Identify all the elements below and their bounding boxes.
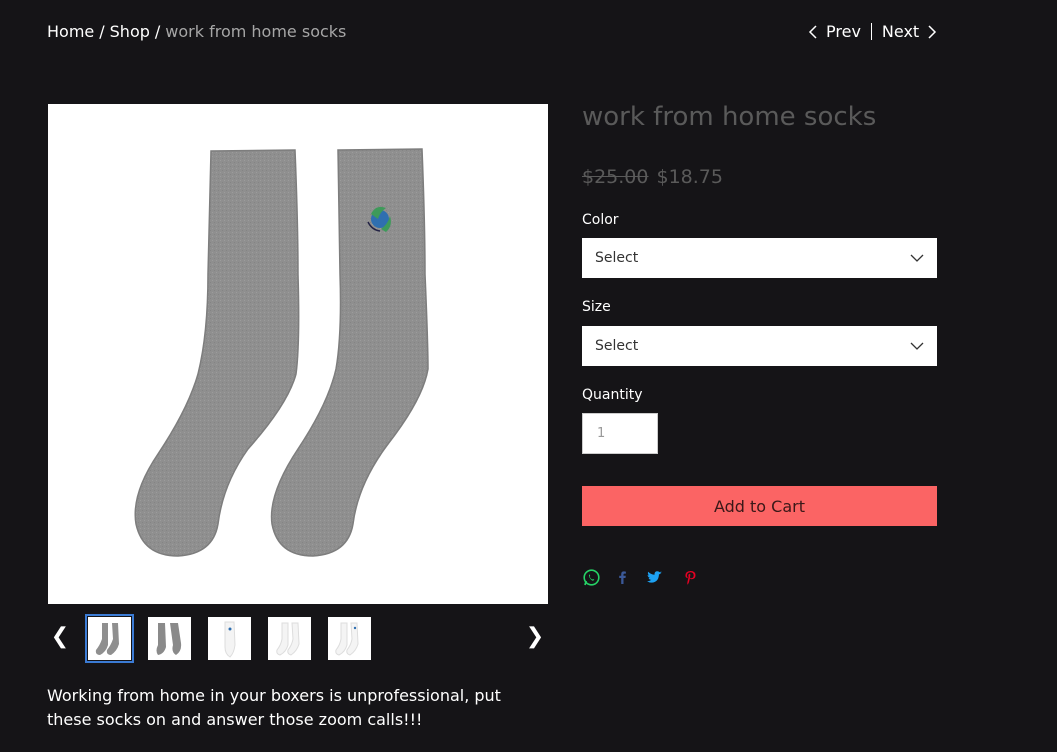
thumb-grey-socks-2[interactable] [148,617,191,660]
product-main-image[interactable] [48,104,548,604]
color-select[interactable]: Select [582,238,937,278]
add-to-cart-label: Add to Cart [713,496,806,516]
thumb-grey-socks-1[interactable] [85,614,134,663]
size-label: Size [582,299,611,315]
twitter-icon[interactable] [645,568,663,586]
quantity-label: Quantity [582,387,643,403]
pinterest-icon[interactable] [681,568,699,586]
add-to-cart-button[interactable]: Add to Cart [582,486,937,526]
breadcrumb-shop-link[interactable]: Shop [110,22,150,41]
socks-image [134,148,429,557]
chevron-left-icon [808,24,817,39]
thumbnail-gallery: ❮ ❯ [47,614,547,663]
prev-label: Prev [826,22,861,41]
size-select[interactable]: Select [582,326,937,366]
thumb-white-socks-3[interactable] [328,617,371,660]
product-description: Working from home in your boxers is unpr… [47,686,501,729]
original-price: $25.00 [582,166,649,188]
thumb-white-socks-2[interactable] [268,617,311,660]
chevron-down-icon [910,342,924,350]
quantity-value: 1 [597,426,606,441]
product-pager: Prev Next [808,22,937,41]
chevron-down-icon [910,254,924,262]
next-product-button[interactable]: Next [882,22,937,41]
gallery-next-arrow[interactable]: ❯ [525,624,545,649]
prev-product-button[interactable]: Prev [808,22,861,41]
size-select-value: Select [595,338,639,354]
breadcrumb-separator: / [99,22,105,41]
breadcrumb: Home / Shop / work from home socks [47,22,346,41]
quantity-input[interactable]: 1 [582,413,658,454]
chevron-right-icon [928,24,937,39]
breadcrumb-current: work from home socks [165,22,347,41]
price-row: $25.00 $18.75 [582,166,723,188]
facebook-icon[interactable] [613,568,631,586]
sale-price: $18.75 [656,166,723,188]
color-select-value: Select [595,250,639,266]
gallery-prev-arrow[interactable]: ❮ [50,624,70,649]
color-label: Color [582,212,619,228]
pager-divider [870,23,872,40]
whatsapp-icon[interactable] [582,568,600,586]
thumb-white-sock-1[interactable] [208,617,251,660]
breadcrumb-home-link[interactable]: Home [47,22,94,41]
share-bar [582,568,699,586]
breadcrumb-separator: / [154,22,161,41]
next-label: Next [881,22,920,41]
product-title: work from home socks [582,102,877,132]
